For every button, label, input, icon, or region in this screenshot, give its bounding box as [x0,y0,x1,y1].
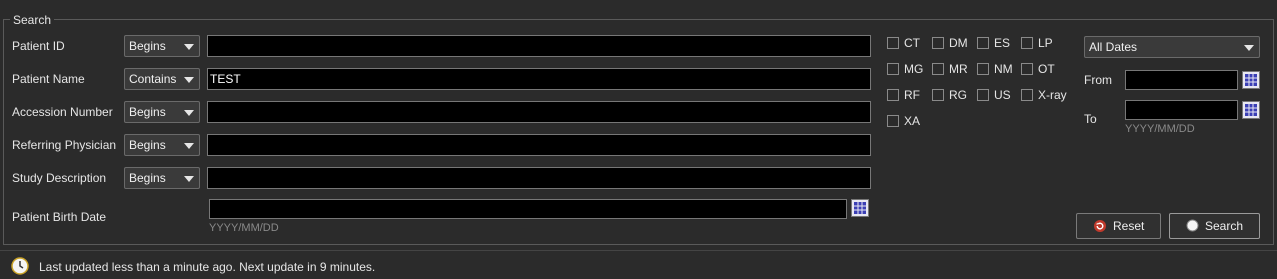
calendar-icon[interactable] [1242,71,1260,89]
checkbox-box [977,37,989,49]
modality-label: X-ray [1038,88,1067,102]
study-description-input[interactable] [207,167,871,189]
date-range-select[interactable]: All Dates [1084,36,1260,58]
modality-label: NM [994,62,1013,76]
modality-checkbox-rf[interactable]: RF [887,88,920,102]
modality-label: MG [904,62,924,76]
from-date-input[interactable] [1125,70,1238,90]
referring-physician-input[interactable] [207,134,871,156]
calendar-icon[interactable] [1242,101,1260,119]
checkbox-box [977,89,989,101]
study-description-operator-value: Begins [129,171,166,185]
chevron-down-icon [184,110,194,116]
birth-date-label: Patient Birth Date [12,210,107,224]
modality-label: DM [949,36,968,50]
study-description-label: Study Description [12,171,107,185]
status-divider [0,250,1277,251]
date-format-hint: YYYY/MM/DD [1125,123,1195,135]
checkbox-box [1021,89,1033,101]
modality-checkbox-xa[interactable]: XA [887,114,920,128]
checkbox-box [887,115,899,127]
patient-id-operator-select[interactable]: Begins [124,35,200,57]
modality-checkbox-nm[interactable]: NM [977,62,1013,76]
checkbox-box [932,89,944,101]
modality-checkbox-xray[interactable]: X-ray [1021,88,1067,102]
checkbox-box [1021,37,1033,49]
modality-label: OT [1038,62,1055,76]
birth-date-input[interactable] [209,199,847,219]
modality-checkbox-es[interactable]: ES [977,36,1010,50]
checkbox-box [1021,63,1033,75]
modality-label: RF [904,88,920,102]
to-date-label: To [1084,112,1097,126]
checkbox-box [932,63,944,75]
patient-id-label: Patient ID [12,39,65,53]
from-date-label: From [1084,73,1112,87]
patient-name-label: Patient Name [12,72,85,86]
checkbox-box [932,37,944,49]
modality-label: US [994,88,1011,102]
chevron-down-icon [1244,45,1254,51]
modality-checkbox-ot[interactable]: OT [1021,62,1055,76]
checkbox-box [977,63,989,75]
patient-id-operator-value: Begins [129,39,166,53]
patient-id-input[interactable] [207,35,871,57]
modality-label: RG [949,88,967,102]
accession-number-operator-select[interactable]: Begins [124,101,200,123]
checkbox-box [887,63,899,75]
patient-name-operator-value: Contains [129,72,177,86]
reset-button-label: Reset [1113,219,1145,233]
search-button[interactable]: Search [1169,213,1260,239]
study-description-operator-select[interactable]: Begins [124,167,200,189]
modality-checkbox-ct[interactable]: CT [887,36,920,50]
modality-checkbox-mg[interactable]: MG [887,62,923,76]
search-icon [1186,219,1199,232]
modality-checkbox-us[interactable]: US [977,88,1011,102]
patient-name-operator-select[interactable]: Contains [124,68,200,90]
calendar-icon[interactable] [851,199,869,217]
checkbox-box [887,89,899,101]
chevron-down-icon [184,143,194,149]
status-text: Last updated less than a minute ago. Nex… [39,260,376,274]
chevron-down-icon [184,44,194,50]
modality-label: MR [949,62,968,76]
date-range-value: All Dates [1089,40,1138,54]
accession-number-input[interactable] [207,101,871,123]
reset-icon [1094,220,1106,232]
modality-checkbox-mr[interactable]: MR [932,62,968,76]
referring-physician-label: Referring Physician [12,138,117,152]
to-date-input[interactable] [1125,100,1238,120]
search-button-label: Search [1205,219,1244,233]
modality-checkbox-dm[interactable]: DM [932,36,968,50]
checkbox-box [887,37,899,49]
search-legend: Search [10,12,55,28]
birth-date-format-hint: YYYY/MM/DD [209,222,279,234]
modality-label: CT [904,36,920,50]
accession-number-label: Accession Number [12,105,113,119]
referring-physician-operator-select[interactable]: Begins [124,134,200,156]
patient-name-input[interactable]: TEST [207,68,871,90]
modality-label: LP [1038,36,1053,50]
reset-button[interactable]: Reset [1076,213,1161,239]
modality-checkbox-lp[interactable]: LP [1021,36,1053,50]
modality-label: XA [904,114,921,128]
modality-checkbox-rg[interactable]: RG [932,88,967,102]
chevron-down-icon [184,77,194,83]
chevron-down-icon [184,176,194,182]
referring-physician-operator-value: Begins [129,138,166,152]
accession-number-operator-value: Begins [129,105,166,119]
clock-icon [11,257,29,275]
modality-label: ES [994,36,1011,50]
